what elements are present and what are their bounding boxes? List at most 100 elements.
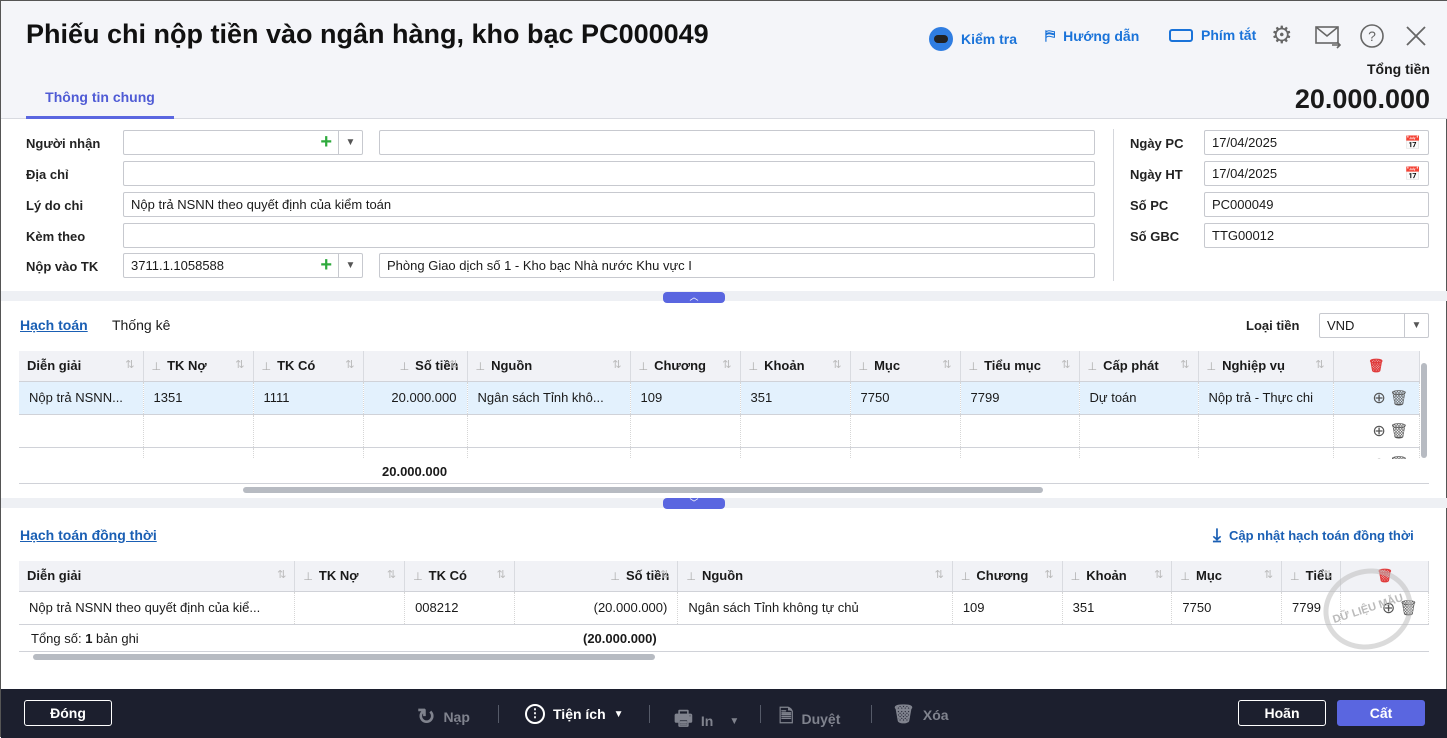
pin-icon[interactable]: ⊥ bbox=[639, 361, 649, 373]
table-row[interactable]: ⊕ 🗑 bbox=[19, 447, 1420, 460]
column-header[interactable]: ⊥ Khoản ⇅ bbox=[740, 351, 851, 382]
sort-icon[interactable]: ⇅ bbox=[832, 358, 841, 371]
utilities-button[interactable]: ⋮ Tiện ích ▼ bbox=[525, 704, 624, 724]
table-cell[interactable] bbox=[630, 414, 741, 448]
currency-select[interactable]: VND ▼ bbox=[1319, 313, 1429, 338]
column-header[interactable]: ⊥ Số tiền ⇅ bbox=[514, 561, 679, 592]
table-cell[interactable]: (20.000.000) bbox=[514, 591, 679, 625]
table-cell[interactable]: 1351 bbox=[143, 381, 254, 415]
table-cell[interactable]: 351 bbox=[740, 381, 851, 415]
gear-icon[interactable]: ⚙ bbox=[1271, 23, 1297, 49]
table-cell[interactable] bbox=[467, 414, 631, 448]
pin-icon[interactable]: ⊥ bbox=[1180, 571, 1190, 583]
chevron-down-icon[interactable]: ▼ bbox=[1404, 314, 1428, 337]
column-header[interactable]: ⊥ Nguồn ⇅ bbox=[677, 561, 953, 592]
delete-button[interactable]: 🗑 Xóa bbox=[892, 704, 949, 725]
table-cell[interactable]: Dự toán bbox=[1079, 381, 1199, 415]
column-header[interactable]: Diễn giải ⇅ bbox=[19, 561, 296, 592]
table-cell[interactable] bbox=[960, 414, 1080, 448]
add-row-icon[interactable]: ⊕ bbox=[1372, 390, 1385, 407]
sort-icon[interactable]: ⇅ bbox=[235, 358, 244, 371]
column-header[interactable]: ⊥ Khoản ⇅ bbox=[1062, 561, 1173, 592]
pin-icon[interactable]: ⊥ bbox=[1088, 361, 1098, 373]
date-pc-input[interactable]: 17/04/2025 📅 bbox=[1204, 130, 1429, 155]
pin-icon[interactable]: ⊥ bbox=[303, 571, 313, 583]
table-cell[interactable] bbox=[19, 414, 144, 448]
tab-accounting[interactable]: Hạch toán bbox=[20, 317, 88, 333]
table-cell[interactable] bbox=[363, 447, 468, 459]
table-cell[interactable] bbox=[630, 447, 741, 459]
table-cell[interactable] bbox=[294, 591, 406, 625]
table-cell[interactable]: Ngân sách Tỉnh không tự chủ bbox=[677, 591, 953, 625]
table-cell[interactable]: 351 bbox=[1062, 591, 1173, 625]
table-row[interactable]: Nộp trả NSNN theo quyết định của kiể... 0… bbox=[19, 591, 1429, 625]
table-cell[interactable] bbox=[850, 447, 961, 459]
chevron-down-icon[interactable]: ▼ bbox=[338, 254, 362, 277]
table-cell[interactable]: 7799 bbox=[960, 381, 1080, 415]
pin-icon[interactable]: ⊥ bbox=[610, 571, 620, 583]
column-header[interactable]: ⊥ Mục ⇅ bbox=[850, 351, 961, 382]
so-gbc-input[interactable]: TTG00012 bbox=[1204, 223, 1429, 248]
sort-icon[interactable]: ⇅ bbox=[1061, 358, 1070, 371]
column-header[interactable]: ⊥ TK Nợ ⇅ bbox=[294, 561, 406, 592]
trash-icon[interactable]: 🗑 bbox=[1389, 456, 1408, 460]
approve-button[interactable]: 🗎 Duyệt bbox=[779, 704, 840, 734]
table-cell[interactable] bbox=[363, 414, 468, 448]
trash-icon[interactable]: 🗑 bbox=[1389, 423, 1408, 440]
chevron-down-icon[interactable]: ▼ bbox=[338, 131, 362, 154]
add-row-icon[interactable]: ⊕ bbox=[1372, 456, 1385, 460]
table-cell[interactable] bbox=[960, 447, 1080, 459]
attachment-input[interactable] bbox=[123, 223, 1095, 248]
table-cell[interactable] bbox=[1198, 447, 1334, 459]
sort-icon[interactable]: ⇅ bbox=[660, 568, 669, 581]
pin-icon[interactable]: ⊥ bbox=[262, 361, 272, 373]
column-header[interactable]: ⊥ Tiểu mục ⇅ bbox=[960, 351, 1080, 382]
table-cell[interactable]: Nộp trả NSNN theo quyết định của kiể... bbox=[19, 591, 296, 625]
recipient-input[interactable]: + ▼ bbox=[123, 130, 363, 155]
table-cell[interactable] bbox=[1079, 447, 1199, 459]
sort-icon[interactable]: ⇅ bbox=[722, 358, 731, 371]
delete-all-icon[interactable]: 🗑 bbox=[1368, 358, 1385, 373]
tab-general-info[interactable]: Thông tin chung bbox=[26, 83, 174, 119]
address-input[interactable] bbox=[123, 161, 1095, 186]
pin-icon[interactable]: ⊥ bbox=[969, 361, 979, 373]
collapse-up-button[interactable]: ︿ bbox=[663, 292, 725, 303]
calendar-icon[interactable]: 📅 bbox=[1405, 162, 1421, 185]
save-button[interactable]: Cất bbox=[1337, 700, 1425, 726]
table-cell[interactable]: 7750 bbox=[850, 381, 961, 415]
table-cell[interactable] bbox=[19, 447, 144, 459]
column-header[interactable]: ⊥ Nguồn ⇅ bbox=[467, 351, 631, 382]
sort-icon[interactable]: ⇅ bbox=[1264, 568, 1273, 581]
table-cell[interactable]: 20.000.000 bbox=[363, 381, 468, 415]
collapse-down-button[interactable]: ﹀ bbox=[663, 498, 725, 509]
sort-icon[interactable]: ⇅ bbox=[1315, 358, 1324, 371]
table-row[interactable]: Nộp trả NSNN... 1351 1111 20.000.000 Ngân sá… bbox=[19, 381, 1420, 415]
sort-icon[interactable]: ⇅ bbox=[1154, 568, 1163, 581]
table-cell[interactable]: 1111 bbox=[253, 381, 364, 415]
update-concurrent-button[interactable]: ⤓ Cập nhật hạch toán đồng thời bbox=[1213, 525, 1414, 546]
cancel-button[interactable]: Hoãn bbox=[1238, 700, 1326, 726]
guide-button[interactable]: ⛿ Hướng dẫn bbox=[1045, 27, 1139, 44]
table-cell[interactable] bbox=[1198, 414, 1334, 448]
column-header[interactable]: ⊥ Chương ⇅ bbox=[952, 561, 1063, 592]
table-cell[interactable] bbox=[467, 447, 631, 459]
horizontal-scrollbar[interactable] bbox=[243, 487, 1043, 493]
horizontal-scrollbar[interactable] bbox=[33, 654, 655, 660]
pin-icon[interactable]: ⊥ bbox=[859, 361, 869, 373]
table-cell[interactable] bbox=[740, 447, 851, 459]
add-icon[interactable]: + bbox=[320, 254, 332, 277]
pin-icon[interactable]: ⊥ bbox=[152, 361, 162, 373]
table-cell[interactable]: 109 bbox=[630, 381, 741, 415]
add-row-icon[interactable]: ⊕ bbox=[1372, 423, 1385, 440]
pin-icon[interactable]: ⊥ bbox=[1290, 571, 1300, 583]
sort-icon[interactable]: ⇅ bbox=[387, 568, 396, 581]
check-button[interactable]: Kiểm tra bbox=[929, 27, 1017, 51]
sort-icon[interactable]: ⇅ bbox=[1180, 358, 1189, 371]
table-cell[interactable] bbox=[143, 447, 254, 459]
table-cell[interactable] bbox=[850, 414, 961, 448]
print-button[interactable]: 🖶 In ▼ bbox=[674, 704, 739, 738]
recipient-name-input[interactable] bbox=[379, 130, 1095, 155]
table-cell[interactable] bbox=[1079, 414, 1199, 448]
table-cell[interactable] bbox=[143, 414, 254, 448]
sort-icon[interactable]: ⇅ bbox=[125, 358, 134, 371]
